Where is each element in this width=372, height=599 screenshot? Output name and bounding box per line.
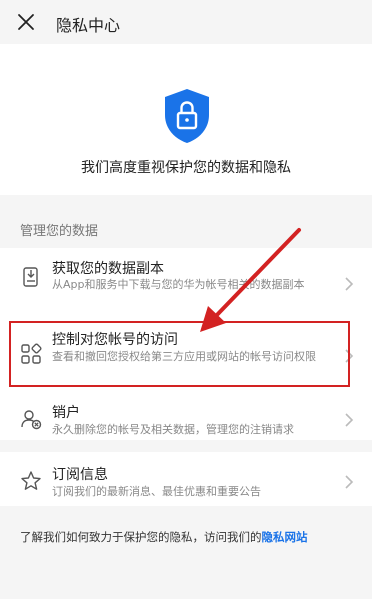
close-icon — [18, 14, 34, 30]
footer-text: 了解我们如何致力于保护您的隐私，访问我们的隐私网站 — [20, 529, 360, 545]
download-copy-icon — [20, 266, 42, 288]
shield-lock-icon — [161, 87, 213, 145]
privacy-site-link[interactable]: 隐私网站 — [262, 530, 308, 544]
item-title: 销户 — [52, 405, 80, 421]
footer-description: 了解我们如何致力于保护您的隐私，访问我们的 — [20, 530, 262, 544]
close-button[interactable] — [14, 10, 38, 34]
page-title: 隐私中心 — [56, 16, 121, 35]
item-desc: 订阅我们的最新消息、最佳优惠和重要公告 — [52, 485, 261, 498]
list-item-delete-account[interactable]: 销户 永久删除您的帐号及相关数据，管理您的注销请求 — [0, 396, 372, 440]
chevron-right-icon — [344, 276, 354, 292]
star-icon — [20, 470, 42, 492]
section-label: 管理您的数据 — [20, 224, 99, 239]
chevron-right-icon — [344, 474, 354, 490]
list-item-data-copy[interactable]: 获取您的数据副本 从App和服务中下载与您的华为帐号相关的数据副本 — [0, 252, 372, 314]
item-desc: 永久删除您的帐号及相关数据，管理您的注销请求 — [52, 423, 294, 436]
header-bar: 隐私中心 — [0, 0, 372, 44]
hero-text: 我们高度重视保护您的数据和隐私 — [81, 160, 291, 176]
item-desc: 从App和服务中下载与您的华为帐号相关的数据副本 — [52, 278, 305, 291]
item-title: 获取您的数据副本 — [52, 261, 164, 277]
user-remove-icon — [20, 408, 42, 430]
item-title: 订阅信息 — [52, 467, 108, 483]
list-item-subscription[interactable]: 订阅信息 订阅我们的最新消息、最佳优惠和重要公告 — [0, 458, 372, 502]
chevron-right-icon — [344, 412, 354, 428]
annotation-highlight-box — [9, 321, 350, 387]
